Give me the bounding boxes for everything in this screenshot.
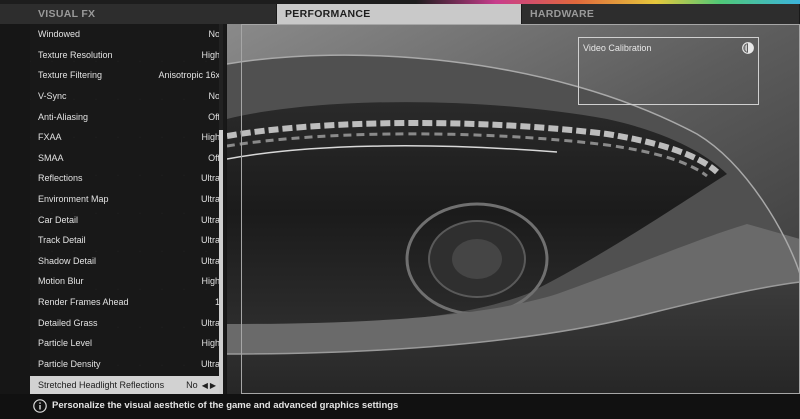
setting-label: Stretched Headlight Reflections (38, 380, 165, 391)
setting-label: Texture Filtering (38, 70, 103, 81)
setting-value: High (201, 49, 220, 60)
setting-label: Render Frames Ahead (38, 297, 129, 308)
setting-label: Reflections (38, 173, 83, 184)
setting-row-stretched-headlight-reflections[interactable]: Stretched Headlight Reflections No ◀ ▶ (30, 376, 220, 395)
setting-label: V-Sync (38, 91, 67, 102)
setting-label: SMAA (38, 152, 64, 163)
setting-row-reflections[interactable]: Reflections Ultra (30, 168, 220, 189)
setting-value: Ultra (200, 358, 220, 369)
setting-label: Particle Density (38, 358, 101, 369)
triangle-right-icon[interactable]: ▶ (210, 381, 216, 390)
setting-row-particle-density[interactable]: Particle Density Ultra (30, 354, 220, 375)
scrollbar-thumb[interactable] (219, 130, 223, 394)
info-circle-icon (33, 399, 47, 413)
setting-row-fxaa[interactable]: FXAA High (30, 127, 220, 148)
setting-row-detailed-grass[interactable]: Detailed Grass Ultra (30, 312, 220, 333)
setting-label: Track Detail (38, 235, 86, 246)
setting-label: Windowed (38, 29, 81, 40)
setting-value-selector: No ◀ ▶ (186, 380, 220, 390)
setting-row-texture-resolution[interactable]: Texture Resolution High (30, 45, 220, 66)
setting-row-car-detail[interactable]: Car Detail Ultra (30, 209, 220, 230)
settings-panel: Windowed No Texture Resolution High Text… (30, 24, 226, 395)
setting-label: Detailed Grass (38, 317, 98, 328)
setting-value: High (201, 132, 220, 143)
setting-label: Texture Resolution (38, 49, 113, 60)
setting-value: Ultra (200, 317, 220, 328)
setting-value: Ultra (200, 255, 220, 266)
setting-label: Motion Blur (38, 276, 84, 287)
setting-value: Anisotropic 16x (158, 70, 220, 81)
tab-visual-fx[interactable]: VISUAL FX (0, 4, 277, 24)
setting-value: Ultra (200, 173, 220, 184)
tab-bar: VISUAL FX PERFORMANCE HARDWARE (0, 4, 800, 24)
setting-row-track-detail[interactable]: Track Detail Ultra (30, 230, 220, 251)
setting-value: Ultra (200, 235, 220, 246)
setting-value: Ultra (200, 214, 220, 225)
tab-hardware[interactable]: HARDWARE (522, 4, 800, 24)
setting-row-motion-blur[interactable]: Motion Blur High (30, 271, 220, 292)
info-text: Personalize the visual aesthetic of the … (52, 400, 399, 411)
setting-label: Anti-Aliasing (38, 111, 89, 122)
video-calibration-panel[interactable]: Video Calibration (578, 37, 759, 105)
setting-row-anti-aliasing[interactable]: Anti-Aliasing Off (30, 106, 220, 127)
setting-row-shadow-detail[interactable]: Shadow Detail Ultra (30, 251, 220, 272)
video-calibration-label: Video Calibration (583, 43, 652, 53)
setting-value: High (201, 338, 220, 349)
settings-list: Windowed No Texture Resolution High Text… (30, 24, 220, 395)
setting-row-render-frames-ahead[interactable]: Render Frames Ahead 1 (30, 292, 220, 313)
setting-label: Shadow Detail (38, 255, 97, 266)
tab-performance[interactable]: PERFORMANCE (277, 4, 522, 24)
setting-label: FXAA (38, 132, 62, 143)
contrast-circle-icon[interactable] (742, 42, 754, 54)
setting-value: Ultra (200, 194, 220, 205)
info-bar: Personalize the visual aesthetic of the … (0, 394, 800, 419)
setting-label: Environment Map (38, 194, 109, 205)
setting-row-particle-level[interactable]: Particle Level High (30, 333, 220, 354)
setting-row-environment-map[interactable]: Environment Map Ultra (30, 189, 220, 210)
setting-label: Particle Level (38, 338, 93, 349)
setting-row-smaa[interactable]: SMAA Off (30, 148, 220, 169)
setting-row-texture-filtering[interactable]: Texture Filtering Anisotropic 16x (30, 65, 220, 86)
setting-label: Car Detail (38, 214, 79, 225)
setting-value: No (186, 380, 198, 391)
setting-value: High (201, 276, 220, 287)
triangle-left-icon[interactable]: ◀ (202, 381, 208, 390)
setting-row-vsync[interactable]: V-Sync No (30, 86, 220, 107)
setting-row-windowed[interactable]: Windowed No (30, 24, 220, 45)
